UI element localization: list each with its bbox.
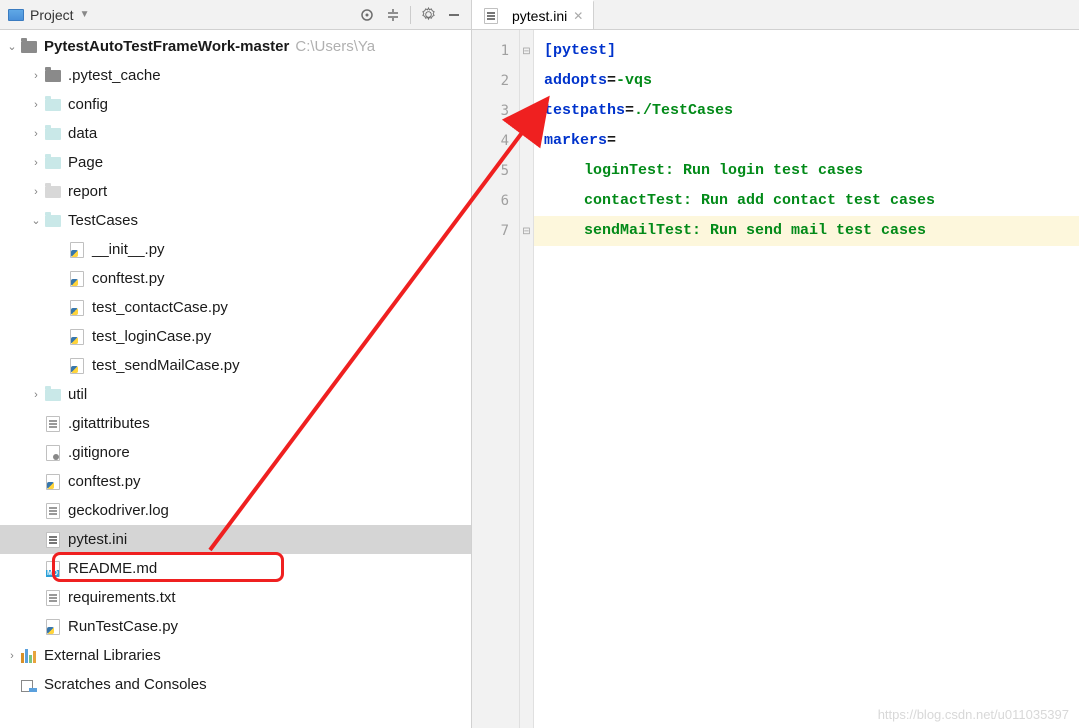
watermark: https://blog.csdn.net/u011035397 bbox=[878, 707, 1069, 722]
project-panel-title[interactable]: Project bbox=[30, 7, 74, 23]
gear-icon[interactable] bbox=[419, 6, 437, 24]
tree-item[interactable]: ›report bbox=[0, 177, 471, 206]
tree-item[interactable]: __init__.py bbox=[0, 235, 471, 264]
minimize-icon[interactable] bbox=[445, 6, 463, 24]
tree-item[interactable]: ›.pytest_cache bbox=[0, 61, 471, 90]
editor-tabs: pytest.ini ✕ bbox=[472, 0, 1079, 30]
fold-gutter: ⊟⊟ bbox=[520, 30, 534, 728]
tree-item[interactable]: ›Page bbox=[0, 148, 471, 177]
tree-item[interactable]: ⌄TestCases bbox=[0, 206, 471, 235]
tree-item[interactable]: conftest.py bbox=[0, 264, 471, 293]
tree-item[interactable]: test_loginCase.py bbox=[0, 322, 471, 351]
tree-item[interactable]: test_contactCase.py bbox=[0, 293, 471, 322]
collapse-icon[interactable] bbox=[384, 6, 402, 24]
project-icon bbox=[8, 9, 24, 21]
project-panel: Project ▼ ⌄PytestAutoTestFrameWork-maste… bbox=[0, 0, 472, 728]
tree-item[interactable]: .gitattributes bbox=[0, 409, 471, 438]
line-gutter: 1234567 bbox=[472, 30, 520, 728]
tab-pytest-ini[interactable]: pytest.ini ✕ bbox=[472, 0, 594, 29]
editor-panel: pytest.ini ✕ 1234567 ⊟⊟ [pytest]addopts=… bbox=[472, 0, 1079, 728]
scratches-consoles[interactable]: Scratches and Consoles bbox=[0, 670, 471, 699]
chevron-down-icon[interactable]: ▼ bbox=[80, 9, 90, 20]
tree-item[interactable]: conftest.py bbox=[0, 467, 471, 496]
tree-item[interactable]: ›util bbox=[0, 380, 471, 409]
target-icon[interactable] bbox=[358, 6, 376, 24]
tree-item[interactable]: requirements.txt bbox=[0, 583, 471, 612]
tree-item[interactable]: .gitignore bbox=[0, 438, 471, 467]
ini-file-icon bbox=[484, 8, 498, 24]
tree-item[interactable]: test_sendMailCase.py bbox=[0, 351, 471, 380]
tree-item[interactable]: ›config bbox=[0, 90, 471, 119]
tree-item[interactable]: RunTestCase.py bbox=[0, 612, 471, 641]
external-libraries[interactable]: ›External Libraries bbox=[0, 641, 471, 670]
tree-root[interactable]: ⌄PytestAutoTestFrameWork-masterC:\Users\… bbox=[0, 32, 471, 61]
project-tree[interactable]: ⌄PytestAutoTestFrameWork-masterC:\Users\… bbox=[0, 30, 471, 728]
tree-item[interactable]: ›data bbox=[0, 119, 471, 148]
project-panel-header: Project ▼ bbox=[0, 0, 471, 30]
tree-item[interactable]: pytest.ini bbox=[0, 525, 471, 554]
close-icon[interactable]: ✕ bbox=[573, 9, 583, 23]
code-area[interactable]: [pytest]addopts=-vqstestpaths=./TestCase… bbox=[534, 30, 1079, 728]
tree-item[interactable]: README.md bbox=[0, 554, 471, 583]
tree-item[interactable]: geckodriver.log bbox=[0, 496, 471, 525]
editor-body[interactable]: 1234567 ⊟⊟ [pytest]addopts=-vqstestpaths… bbox=[472, 30, 1079, 728]
tab-label: pytest.ini bbox=[512, 8, 567, 24]
